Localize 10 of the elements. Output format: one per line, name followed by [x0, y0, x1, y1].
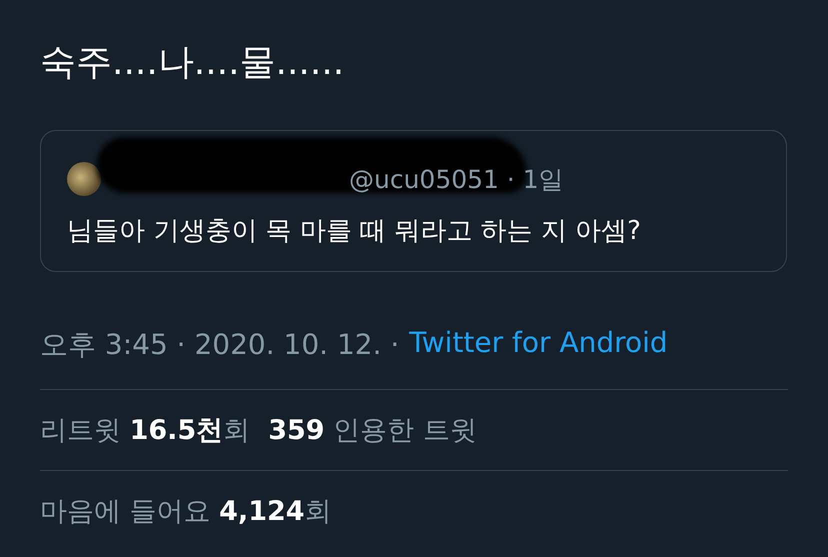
stat-count[interactable]: 359 인용한 트윗: [268, 412, 477, 448]
stat-count[interactable]: 마음에 들어요 4,124회: [40, 493, 332, 529]
quoted-tweet-text: 님들아 기생충이 목 마를 때 뭐라고 하는 지 아셈?: [67, 215, 642, 248]
stat-count[interactable]: 리트윗 16.5천회: [40, 412, 250, 448]
tweet-time: 오후 3:45 · 2020. 10. 12. ·: [40, 327, 400, 363]
tweet-text: 숙주....나....물......: [40, 41, 346, 85]
quoted-handle: @ucu05051 · 1일: [349, 164, 564, 196]
quoted-tweet-card[interactable]: @ucu05051 · 1일 님들아 기생충이 목 마를 때 뭐라고 하는 지 아셈?: [40, 130, 787, 272]
source-link[interactable]: Twitter for Android: [409, 326, 668, 364]
avatar: [67, 162, 101, 196]
